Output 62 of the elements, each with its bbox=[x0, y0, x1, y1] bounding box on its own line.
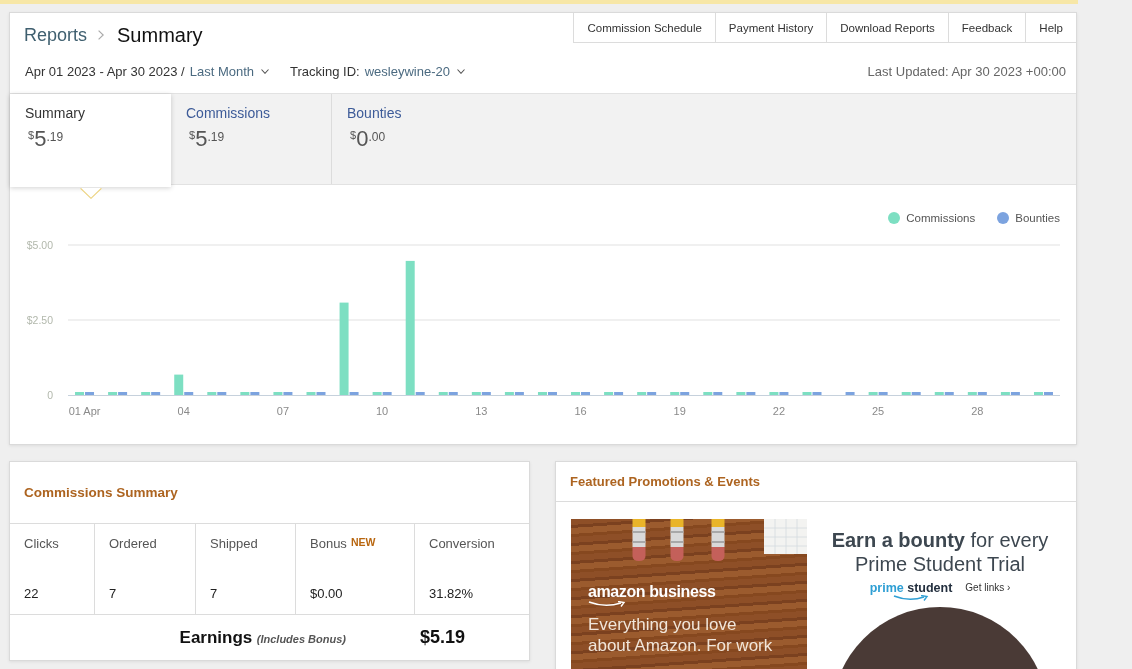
x-axis-label: 28 bbox=[971, 405, 984, 417]
earnings-label: Earnings (Includes Bonus) bbox=[178, 627, 347, 648]
smile-arrow-icon bbox=[893, 595, 929, 601]
earnings-value: $5.19 bbox=[419, 627, 466, 648]
y-axis-label: 0 bbox=[47, 389, 53, 401]
brand-logo: amazon business bbox=[588, 583, 716, 601]
nav-link[interactable]: Help bbox=[1025, 13, 1076, 43]
brand-logo: prime student bbox=[869, 581, 953, 595]
cell-value: 22 bbox=[24, 586, 40, 602]
reports-link[interactable]: Reports bbox=[24, 24, 88, 46]
cell-value: 7 bbox=[210, 586, 219, 602]
x-axis-label: 13 bbox=[475, 405, 488, 417]
promo-banner[interactable]: amazon business Everything you love about Amazon. For work bbox=[571, 519, 807, 669]
x-axis-label: 16 bbox=[574, 405, 587, 417]
tracking-id-dropdown[interactable]: wesleywine-20 bbox=[364, 63, 465, 79]
nav-link[interactable]: Download Reports bbox=[826, 13, 948, 43]
x-axis-label: 19 bbox=[673, 405, 686, 417]
column-label: Conversion bbox=[429, 536, 495, 552]
cell-value: 31.82% bbox=[429, 586, 475, 602]
notepad-icon bbox=[763, 519, 807, 555]
nav-link[interactable]: Feedback bbox=[947, 13, 1026, 43]
column-label: Shipped bbox=[210, 536, 258, 552]
legend-label: Commissions bbox=[906, 212, 976, 224]
chevron-down-icon bbox=[261, 68, 270, 74]
cell-value: $0.00 bbox=[310, 586, 344, 602]
date-range-text: Apr 01 2023 - Apr 30 2023 / bbox=[25, 63, 185, 79]
chevron-down-icon bbox=[456, 68, 465, 74]
cell-value: 7 bbox=[109, 586, 118, 602]
column-label: Clicks bbox=[24, 536, 59, 552]
x-axis-label: 22 bbox=[772, 405, 786, 417]
chart-bar bbox=[174, 374, 184, 395]
summary-tab[interactable]: Bounties $^{$}$0$^{.00}$ bbox=[332, 94, 1076, 184]
x-axis-label: 07 bbox=[276, 405, 290, 417]
x-axis-label: 04 bbox=[177, 405, 190, 417]
caret-icon bbox=[79, 188, 102, 199]
column-label: Bonus bbox=[310, 536, 347, 552]
chevron-right-icon bbox=[98, 30, 105, 40]
new-label: NEW bbox=[350, 536, 376, 548]
tracking-id-label: Tracking ID: bbox=[290, 63, 360, 79]
nav-link[interactable]: Payment History bbox=[714, 13, 827, 43]
get-links-link[interactable]: Get links › bbox=[965, 581, 1011, 595]
last-updated-text: Last Updated: Apr 30 2023 +00:00 bbox=[867, 63, 1066, 79]
pencil-icon bbox=[670, 519, 684, 561]
x-axis-label: 25 bbox=[872, 405, 885, 417]
promo-tagline: Everything you love about Amazon. For work bbox=[588, 614, 773, 656]
y-axis-label: $2.50 bbox=[26, 314, 53, 326]
page-title: Summary bbox=[117, 23, 203, 47]
period-dropdown[interactable]: Last Month bbox=[189, 63, 270, 79]
x-axis-label: 01 Apr bbox=[68, 405, 101, 417]
pencil-icon bbox=[711, 519, 725, 561]
pencil-icon bbox=[632, 519, 646, 561]
promo-headline: Earn a bounty for every Prime Student Trial bbox=[831, 528, 1049, 576]
summary-tab[interactable]: Summary $^{$}$5$^{.19}$ bbox=[10, 94, 171, 187]
legend-label: Bounties bbox=[1015, 212, 1060, 224]
section-title: Featured Promotions & Events bbox=[570, 474, 760, 489]
nav-link[interactable]: Commission Schedule bbox=[573, 13, 715, 43]
smile-arrow-icon bbox=[588, 601, 626, 607]
x-axis-label: 10 bbox=[376, 405, 389, 417]
y-axis-label: $5.00 bbox=[26, 239, 53, 251]
summary-tab[interactable]: Commissions $^{$}$5$^{.19}$ bbox=[171, 94, 332, 184]
column-label: Ordered bbox=[109, 536, 157, 552]
section-title: Commissions Summary bbox=[24, 485, 178, 500]
